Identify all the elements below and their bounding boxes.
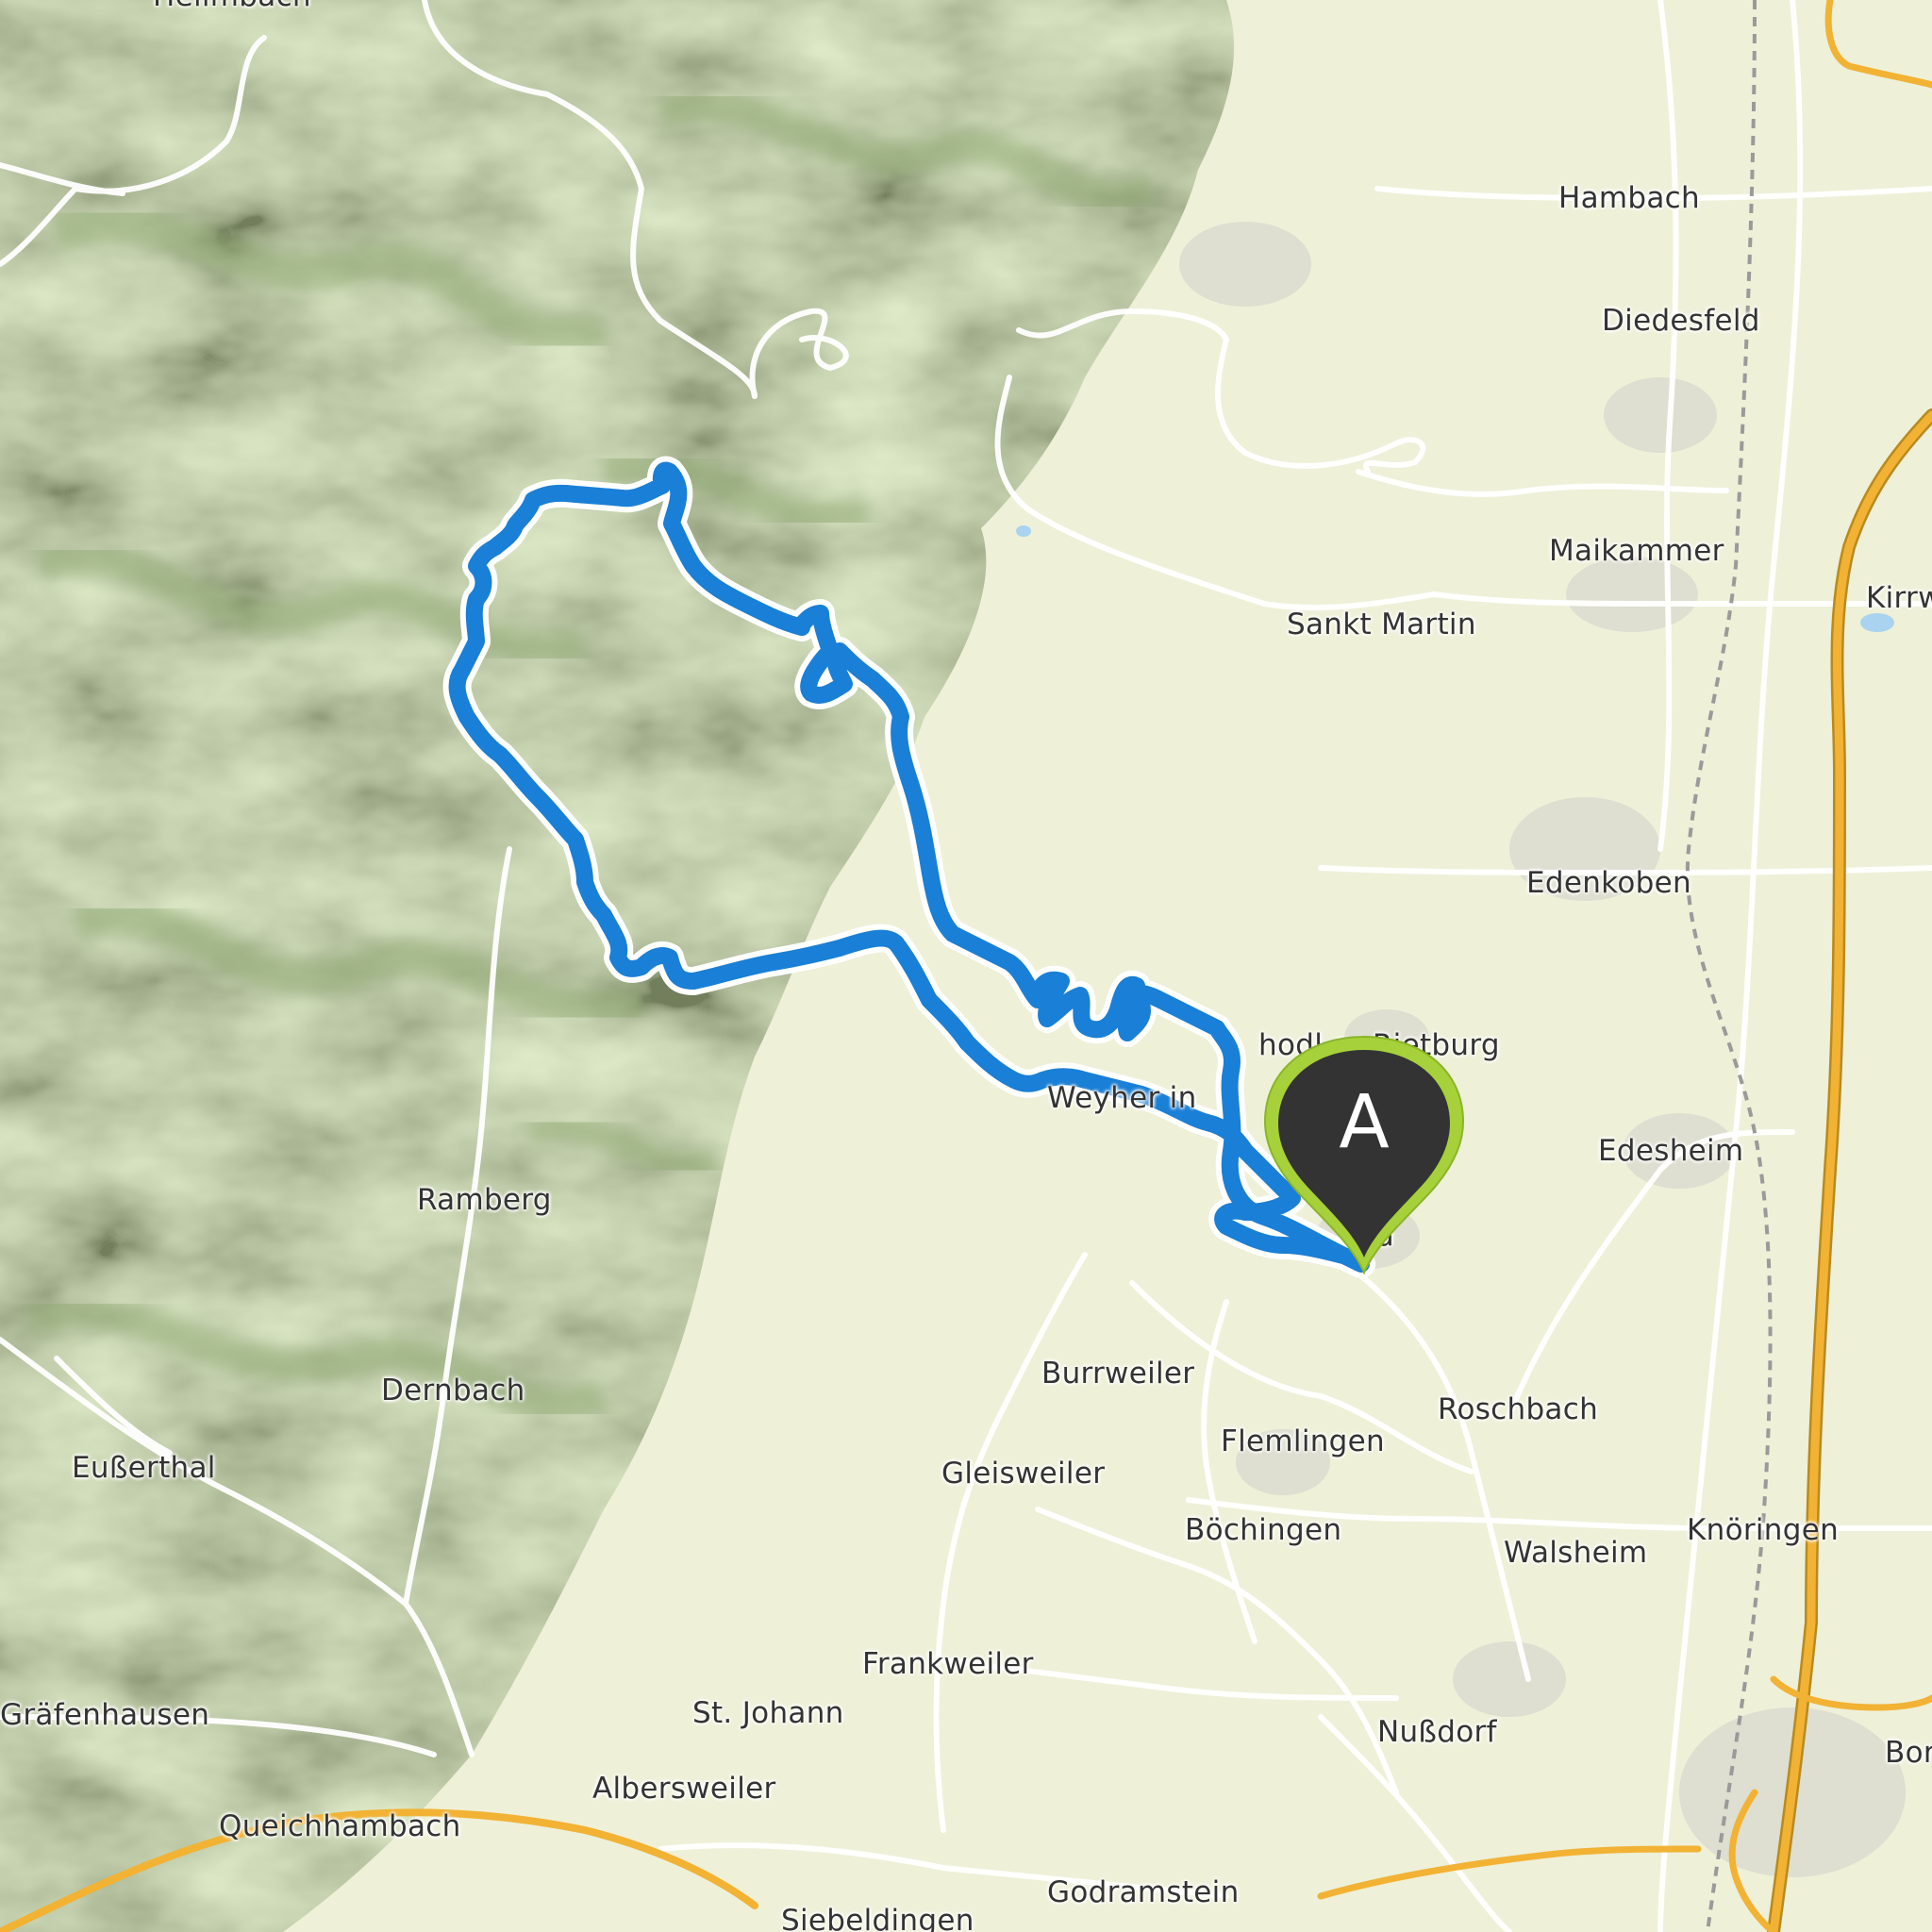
place-label-walsheim: Walsheim <box>1504 1536 1648 1570</box>
place-label-frankweiler: Frankweiler <box>862 1647 1034 1681</box>
map-view[interactable]: Hellmbach Hambach Diedesfeld Maikammer K… <box>0 0 1932 1932</box>
place-label-graefenhausen: Gräfenhausen <box>0 1698 210 1732</box>
place-label-burrweiler: Burrweiler <box>1041 1357 1195 1391</box>
place-label-nussdorf: Nußdorf <box>1377 1715 1497 1749</box>
place-label-flemlingen: Flemlingen <box>1221 1424 1385 1458</box>
place-label-knoeringen: Knöringen <box>1687 1513 1840 1547</box>
place-label-eusserthal: Eußerthal <box>72 1451 216 1485</box>
place-label-godramstein: Godramstein <box>1047 1875 1240 1909</box>
map-canvas <box>0 0 1932 1932</box>
place-label-roschbach: Roschbach <box>1438 1392 1599 1426</box>
place-label-gleisweiler: Gleisweiler <box>941 1457 1106 1491</box>
place-label-st-johann: St. Johann <box>692 1696 844 1730</box>
place-label-boechingen: Böchingen <box>1185 1513 1342 1547</box>
place-label-edenkoben: Edenkoben <box>1526 866 1691 900</box>
place-label-diedesfeld: Diedesfeld <box>1602 304 1760 338</box>
place-label-ramberg: Ramberg <box>417 1183 552 1217</box>
place-label-weyher: Weyher in <box>1047 1081 1197 1115</box>
place-label-dernbach: Dernbach <box>381 1374 525 1407</box>
place-label-siebeldingen: Siebeldingen <box>781 1904 974 1932</box>
start-marker-label: A <box>1339 1080 1390 1165</box>
place-label-hambach: Hambach <box>1558 181 1700 215</box>
start-marker[interactable]: A <box>1257 1031 1471 1276</box>
place-label-hellmbach: Hellmbach <box>153 0 311 13</box>
place-label-bornheim: Bor <box>1885 1736 1932 1770</box>
place-label-sankt-martin: Sankt Martin <box>1287 608 1476 641</box>
place-label-albersweiler: Albersweiler <box>592 1772 776 1806</box>
place-label-maikammer: Maikammer <box>1549 534 1724 568</box>
place-label-edesheim: Edesheim <box>1598 1134 1744 1168</box>
place-label-queichhambach: Queichhambach <box>219 1809 461 1843</box>
place-label-kirrweiler: Kirrw <box>1866 581 1932 615</box>
